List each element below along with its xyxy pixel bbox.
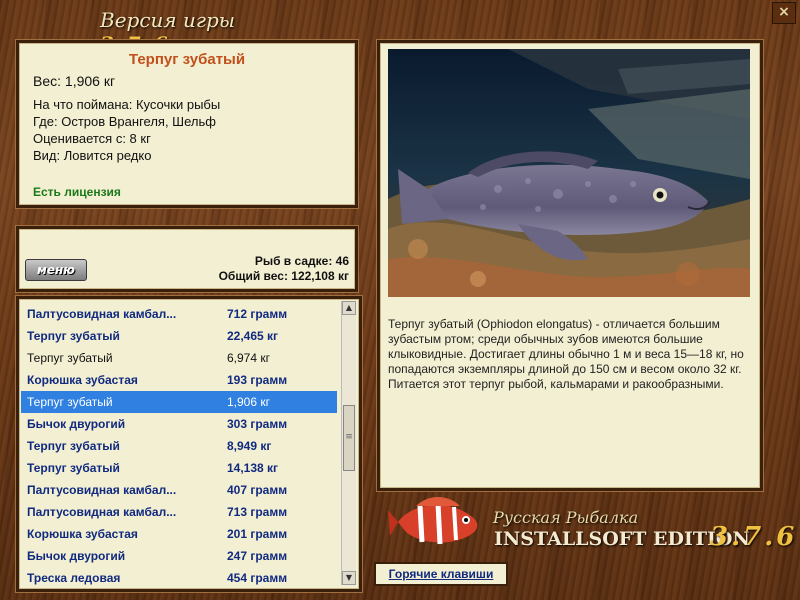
list-scrollbar[interactable]: ▲ ≡ ▼ bbox=[341, 301, 356, 585]
list-item-weight: 712 грамм bbox=[227, 307, 288, 321]
list-item-name: Бычок двурогий bbox=[27, 417, 126, 431]
list-item[interactable]: Бычок двурогий 303 грамм bbox=[21, 413, 337, 435]
list-item[interactable]: Терпуг зубатый 22,465 кг bbox=[21, 325, 337, 347]
catch-list: Палтусовидная камбал... 712 грамм Терпуг … bbox=[21, 303, 337, 589]
list-item-weight: 201 грамм bbox=[227, 527, 288, 541]
scroll-down-arrow-icon[interactable]: ▼ bbox=[342, 571, 356, 585]
fish-type: Вид: Ловится редко bbox=[33, 148, 152, 163]
close-button[interactable]: × bbox=[772, 2, 796, 24]
catch-location: Где: Остров Врангеля, Шельф bbox=[33, 114, 216, 129]
list-item-weight: 8,949 кг bbox=[227, 439, 272, 453]
fish-name: Терпуг зубатый bbox=[128, 51, 246, 68]
list-item-name: Палтусовидная камбал... bbox=[27, 505, 177, 519]
fish-photo-panel: Терпуг зубатый (Ophiodon elongatus) - от… bbox=[377, 40, 763, 491]
fish-count: Рыб в садке: 46 bbox=[254, 254, 349, 268]
stats-panel: меню Рыб в садке: 46 Общий вес: 122,108 … bbox=[16, 226, 358, 292]
scroll-thumb[interactable]: ≡ bbox=[343, 405, 355, 471]
list-item-name: Палтусовидная камбал... bbox=[27, 483, 177, 497]
list-item[interactable]: Треска ледовая 454 грамм bbox=[21, 567, 337, 589]
list-item-weight: 22,465 кг bbox=[227, 329, 279, 343]
window-title: Версия игры 3.7.6 bbox=[100, 8, 300, 56]
list-item[interactable]: Палтусовидная камбал... 712 грамм bbox=[21, 303, 337, 325]
fish-weight: Вес: 1,906 кг bbox=[33, 73, 116, 89]
list-item[interactable]: Палтусовидная камбал... 407 грамм bbox=[21, 479, 337, 501]
scroll-up-arrow-icon[interactable]: ▲ bbox=[342, 301, 356, 315]
caught-with: На что поймана: Кусочки рыбы bbox=[33, 97, 221, 112]
fish-logo-icon bbox=[388, 497, 478, 545]
list-item-name: Треска ледовая bbox=[27, 571, 121, 585]
catch-list-panel: Палтусовидная камбал... 712 грамм Терпуг … bbox=[16, 296, 362, 592]
list-item-name: Корюшка зубастая bbox=[27, 373, 138, 387]
list-item[interactable]: Палтусовидная камбал... 713 грамм bbox=[21, 501, 337, 523]
list-item-name: Терпуг зубатый bbox=[27, 439, 120, 453]
list-item[interactable]: Терпуг зубатый 6,974 кг bbox=[21, 347, 337, 369]
list-item-name: Палтусовидная камбал... bbox=[27, 307, 177, 321]
list-item-weight: 1,906 кг bbox=[227, 395, 270, 409]
logo-line1: Русская Рыбалка bbox=[493, 508, 639, 527]
list-item-weight: 14,138 кг bbox=[227, 461, 279, 475]
list-item-name: Терпуг зубатый bbox=[27, 351, 113, 365]
list-item-weight: 407 грамм bbox=[227, 483, 288, 497]
menu-button[interactable]: меню bbox=[25, 259, 87, 281]
list-item-name: Корюшка зубастая bbox=[27, 527, 138, 541]
fish-photo bbox=[388, 49, 750, 297]
list-item-name: Терпуг зубатый bbox=[27, 329, 120, 343]
list-item-name: Бычок двурогий bbox=[27, 549, 126, 563]
list-item-weight: 6,974 кг bbox=[227, 351, 270, 365]
list-item-weight: 454 грамм bbox=[227, 571, 288, 585]
list-item[interactable]: Корюшка зубастая 193 грамм bbox=[21, 369, 337, 391]
list-item-name: Терпуг зубатый bbox=[27, 461, 120, 475]
list-item-name: Терпуг зубатый bbox=[27, 395, 113, 409]
list-item-selected[interactable]: Терпуг зубатый 1,906 кг bbox=[21, 391, 337, 413]
lingcod-image bbox=[388, 49, 750, 297]
list-item-weight: 193 грамм bbox=[227, 373, 288, 387]
list-item[interactable]: Бычок двурогий 247 грамм bbox=[21, 545, 337, 567]
grip-icon: ≡ bbox=[345, 432, 353, 442]
hotkeys-button[interactable]: Горячие клавиши bbox=[374, 562, 508, 586]
license-status: Есть лицензия bbox=[33, 185, 121, 199]
list-item[interactable]: Терпуг зубатый 8,949 кг bbox=[21, 435, 337, 457]
list-item-weight: 247 грамм bbox=[227, 549, 288, 563]
fish-value: Оценивается с: 8 кг bbox=[33, 131, 151, 146]
title-prefix: Версия игры bbox=[100, 8, 236, 32]
list-item-weight: 713 грамм bbox=[227, 505, 288, 519]
list-item[interactable]: Корюшка зубастая 201 грамм bbox=[21, 523, 337, 545]
fish-info-panel: Терпуг зубатый Вес: 1,906 кг На что пойм… bbox=[16, 40, 358, 208]
logo-version: 3.7.6 bbox=[710, 522, 798, 552]
total-weight: Общий вес: 122,108 кг bbox=[218, 269, 349, 283]
fish-description: Терпуг зубатый (Ophiodon elongatus) - от… bbox=[388, 317, 744, 391]
list-item-weight: 303 грамм bbox=[227, 417, 288, 431]
list-item[interactable]: Терпуг зубатый 14,138 кг bbox=[21, 457, 337, 479]
